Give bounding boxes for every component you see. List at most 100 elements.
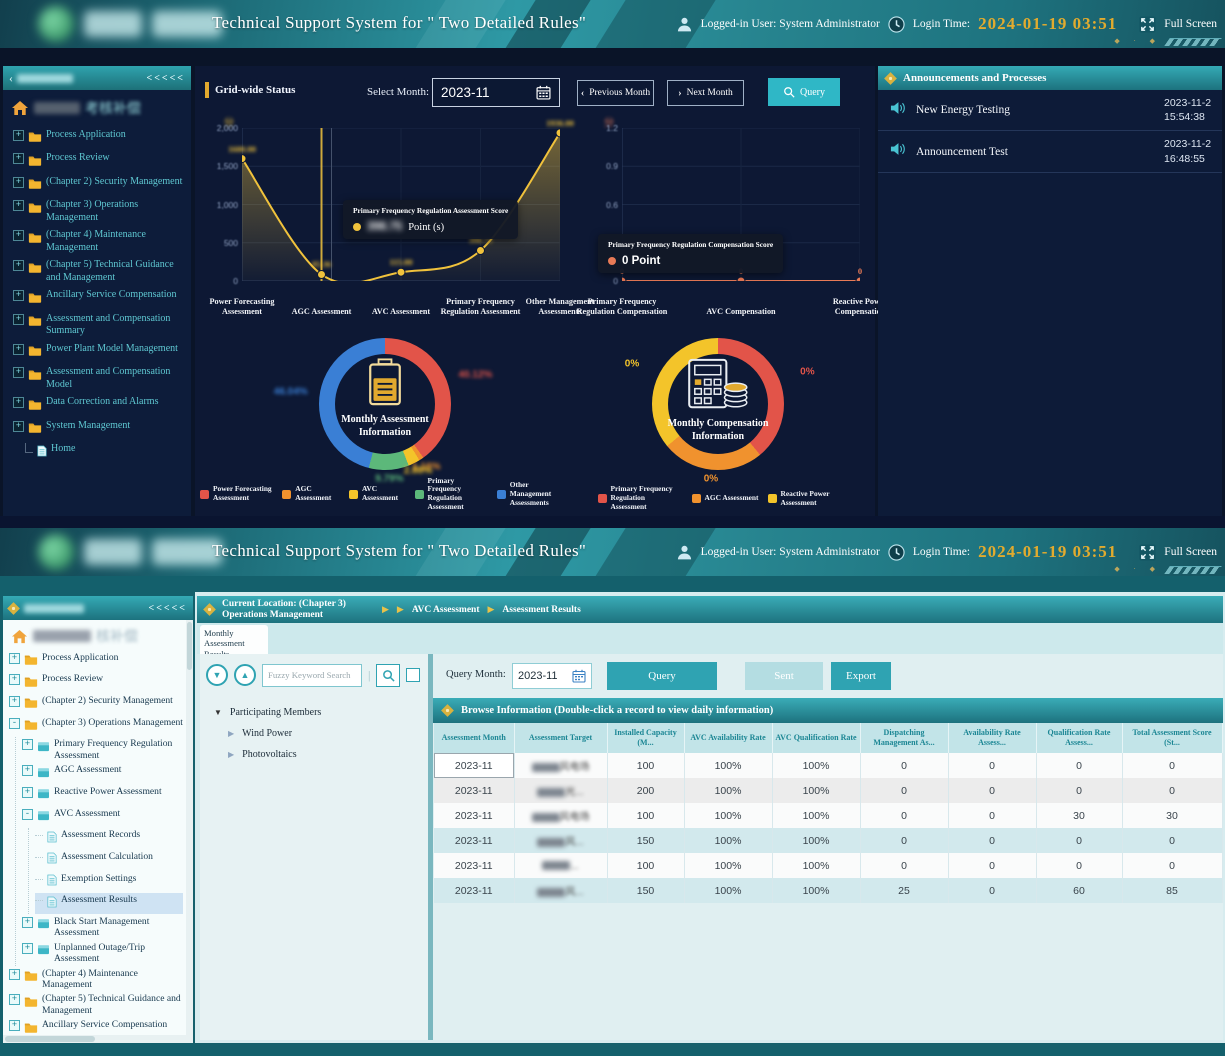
legend-item[interactable]: AVC Assessment (349, 477, 406, 513)
search-button[interactable] (376, 664, 400, 687)
cell-avc-availability-rate[interactable]: 100% (684, 878, 772, 903)
sidebar-item[interactable]: Assessment Records (35, 828, 183, 850)
sidebar-item[interactable]: +Unplanned Outage/Trip Assessment (22, 940, 183, 966)
cell-availability-rate-assessment[interactable]: 0 (948, 753, 1036, 778)
select-all-checkbox[interactable] (406, 668, 420, 682)
sidebar-item-selected[interactable]: Assessment Results (35, 893, 183, 915)
cell-assessment-month[interactable]: 2023-11 (434, 853, 514, 878)
cell-dispatching-assessment[interactable]: 0 (860, 828, 948, 853)
expand-icon[interactable]: + (13, 177, 24, 188)
sidebar-item[interactable]: +Black Start Management Assessment (22, 914, 183, 940)
cell-total-assessment-score[interactable]: 30 (1122, 803, 1222, 828)
expand-icon[interactable]: + (9, 994, 20, 1005)
cell-total-assessment-score[interactable]: 0 (1122, 828, 1222, 853)
sidebar-item[interactable]: +Ancillary Service Compensation (9, 1018, 183, 1035)
fullscreen-label[interactable]: Full Screen (1164, 546, 1217, 558)
sidebar-item[interactable]: +(Chapter 5) Technical Guidance and Mana… (9, 992, 183, 1018)
sidebar-item[interactable]: Exemption Settings (35, 871, 183, 893)
expand-icon[interactable]: + (13, 130, 24, 141)
expand-icon[interactable]: + (9, 1020, 20, 1031)
cell-qualification-rate-assessment[interactable]: 30 (1036, 803, 1122, 828)
cell-assessment-month[interactable]: 2023-11 (434, 753, 514, 778)
collapse-arrow-icon[interactable]: ‹ (9, 71, 13, 86)
sidebar-item[interactable]: +(Chapter 4) Maintenance Management (9, 966, 183, 992)
cell-avc-qualification-rate[interactable]: 100% (772, 753, 860, 778)
expand-triangle-icon[interactable]: ▶ (228, 729, 234, 738)
expand-icon[interactable]: + (22, 787, 33, 798)
calendar-icon[interactable] (572, 669, 586, 683)
cell-dispatching-assessment[interactable]: 0 (860, 853, 948, 878)
sidebar-item[interactable]: +Assessment and Compensation Model (13, 364, 187, 394)
cell-availability-rate-assessment[interactable]: 0 (948, 828, 1036, 853)
table-row[interactable]: 2023-11风...150100%100%0000 (434, 828, 1222, 853)
fullscreen-icon[interactable] (1139, 16, 1156, 33)
sidebar-header[interactable]: <<<<< (3, 596, 193, 620)
cell-avc-availability-rate[interactable]: 100% (684, 778, 772, 803)
breadcrumb-item[interactable]: Assessment Results (502, 605, 580, 615)
expand-icon[interactable]: + (13, 344, 24, 355)
cell-avc-availability-rate[interactable]: 100% (684, 828, 772, 853)
sent-button[interactable]: Sent (745, 662, 823, 690)
sidebar-item[interactable]: +Primary Frequency Regulation Assessment (22, 737, 183, 763)
sidebar-item[interactable]: +Power Plant Model Management (13, 340, 187, 364)
legend-item[interactable]: Power Forecasting Assessment (200, 477, 273, 513)
expand-icon[interactable]: + (9, 674, 20, 685)
table-row[interactable]: 2023-11风电场100100%100%003030 (434, 803, 1222, 828)
expand-icon[interactable]: + (13, 230, 24, 241)
table-row[interactable]: 2023-11...100100%100%0000 (434, 853, 1222, 878)
fullscreen-icon[interactable] (1139, 544, 1156, 561)
expand-icon[interactable]: + (22, 765, 33, 776)
members-root[interactable]: ▼Participating Members (200, 702, 428, 723)
cell-qualification-rate-assessment[interactable]: 0 (1036, 753, 1122, 778)
cell-assessment-target[interactable]: 风电场 (514, 803, 607, 828)
sidebar-item[interactable]: +Process Application (13, 126, 187, 150)
table-row[interactable]: 2023-11风...150100%100%2506085 (434, 878, 1222, 903)
announcement-title[interactable]: Announcement Test (916, 146, 1008, 158)
sidebar-item[interactable]: +Data Correction and Alarms (13, 394, 187, 418)
breadcrumb-item[interactable]: AVC Assessment (412, 605, 480, 615)
column-header[interactable]: Total Assessment Score (St... (1122, 723, 1222, 753)
cell-installed-capacity[interactable]: 100 (607, 853, 684, 878)
column-header[interactable]: Assessment Target (514, 723, 607, 753)
sidebar-item[interactable]: +Process Application (9, 650, 183, 672)
sidebar-item[interactable]: +Assessment and Compensation Summary (13, 310, 187, 340)
cell-assessment-month[interactable]: 2023-11 (434, 878, 514, 903)
legend-item[interactable]: Primary Frequency Regulation Assessment (415, 477, 488, 513)
collapse-all-button[interactable]: ▲ (234, 664, 256, 686)
members-item[interactable]: ▶Wind Power (200, 723, 428, 744)
cell-installed-capacity[interactable]: 100 (607, 803, 684, 828)
cell-assessment-month[interactable]: 2023-11 (434, 803, 514, 828)
tree-root[interactable]: 核补偿 (9, 624, 183, 650)
expand-icon[interactable]: + (9, 653, 20, 664)
cell-availability-rate-assessment[interactable]: 0 (948, 803, 1036, 828)
query-month-picker[interactable]: 2023-11 (512, 663, 592, 689)
expand-icon[interactable]: - (22, 809, 33, 820)
expand-icon[interactable]: + (22, 739, 33, 750)
cell-installed-capacity[interactable]: 200 (607, 778, 684, 803)
cell-avc-qualification-rate[interactable]: 100% (772, 878, 860, 903)
cell-assessment-month[interactable]: 2023-11 (434, 778, 514, 803)
cell-assessment-target[interactable]: ... (514, 853, 607, 878)
sidebar-item[interactable]: -AVC Assessment (22, 806, 183, 828)
cell-dispatching-assessment[interactable]: 0 (860, 803, 948, 828)
announcement-item[interactable]: Announcement Test2023-11-216:48:55 (878, 131, 1222, 172)
query-button[interactable]: Query (607, 662, 717, 690)
collapse-chevrons[interactable]: <<<<< (149, 603, 188, 614)
sidebar-item[interactable]: Assessment Calculation (35, 849, 183, 871)
collapse-chevrons[interactable]: <<<<< (147, 73, 186, 84)
sidebar-item-home[interactable]: Home (13, 441, 187, 465)
tree-root[interactable]: 考核补偿 (3, 90, 191, 124)
cell-avc-availability-rate[interactable]: 100% (684, 853, 772, 878)
expand-icon[interactable]: + (13, 200, 24, 211)
cell-assessment-target[interactable]: 光... (514, 778, 607, 803)
expand-icon[interactable]: + (9, 969, 20, 980)
sidebar-header[interactable]: ‹ <<<<< (3, 66, 191, 90)
export-button[interactable]: Export (831, 662, 891, 690)
expand-icon[interactable]: + (13, 421, 24, 432)
column-header[interactable]: Assessment Month (434, 723, 514, 753)
sidebar-item[interactable]: -(Chapter 3) Operations Management (9, 715, 183, 737)
column-header[interactable]: AVC Qualification Rate (772, 723, 860, 753)
expand-icon[interactable]: + (9, 696, 20, 707)
cell-total-assessment-score[interactable]: 0 (1122, 753, 1222, 778)
sidebar-item[interactable]: +Ancillary Service Compensation (13, 287, 187, 311)
